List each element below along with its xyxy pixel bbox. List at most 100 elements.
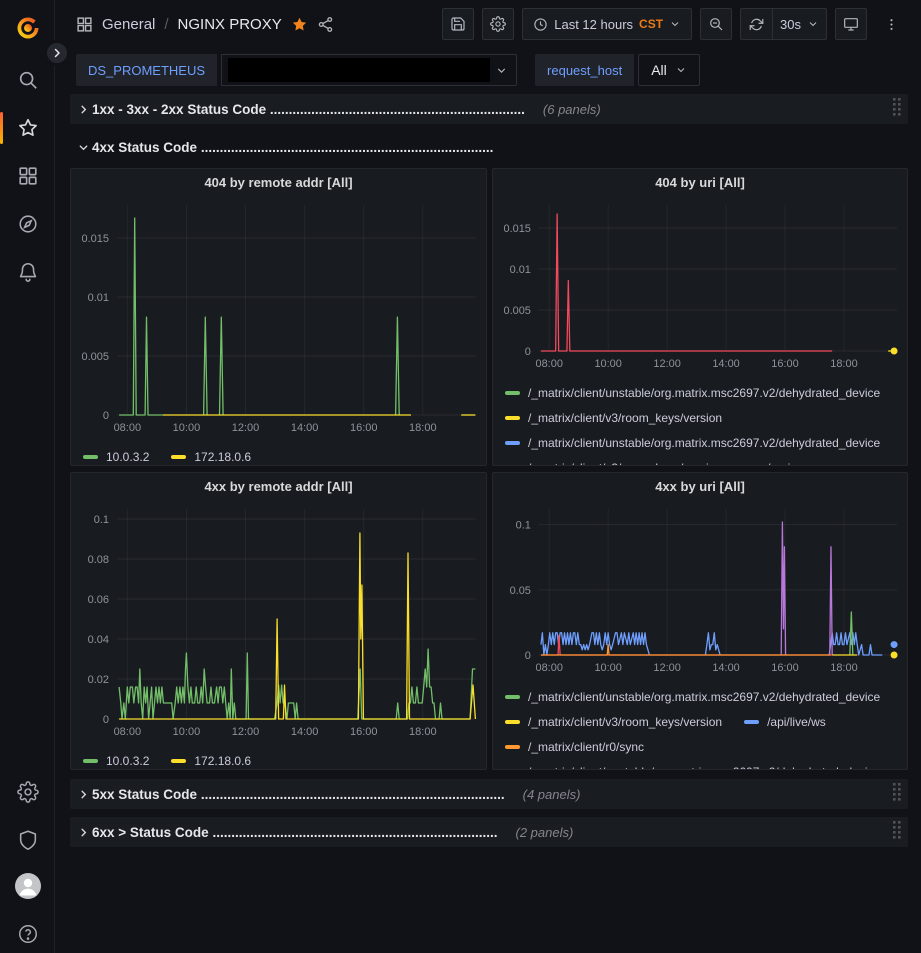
sidebar-item-profile[interactable]	[0, 866, 55, 906]
panel-legend: /_matrix/client/unstable/org.matrix.msc2…	[493, 378, 907, 465]
save-dashboard-button[interactable]	[442, 8, 474, 40]
dashboard-settings-button[interactable]	[482, 8, 514, 40]
zoom-out-time-button[interactable]	[700, 8, 732, 40]
panel-title[interactable]: 4xx by remote addr [All]	[71, 473, 486, 499]
svg-text:0.08: 0.08	[88, 554, 109, 566]
refresh-interval-dropdown[interactable]: 30s	[772, 8, 827, 40]
legend-row: /_matrix/client/v3/room_keys/version	[505, 405, 897, 430]
more-options-button[interactable]	[875, 8, 907, 40]
row-drag-handle[interactable]	[892, 820, 902, 844]
star-filled-icon[interactable]	[291, 16, 308, 33]
sidebar-item-starred[interactable]	[0, 108, 55, 148]
cycle-view-mode-button[interactable]	[835, 8, 867, 40]
svg-text:10:00: 10:00	[173, 726, 201, 738]
panel-title[interactable]: 404 by uri [All]	[493, 169, 907, 195]
sidebar-expand-button[interactable]	[44, 40, 70, 66]
breadcrumb: General / NGINX PROXY	[76, 16, 442, 33]
sidebar-item-alerting[interactable]	[0, 252, 55, 292]
legend-item[interactable]: /_matrix/client/unstable/org.matrix.msc2…	[505, 436, 880, 450]
time-series-chart[interactable]: 00.050.108:0010:0012:0014:0016:0018:00	[493, 499, 907, 682]
row-header-6xx[interactable]: 6xx > Status Code ......................…	[70, 817, 908, 847]
legend-row: 10.0.3.2 172.18.0.6	[83, 444, 476, 465]
svg-text:14:00: 14:00	[291, 726, 319, 738]
svg-text:0.02: 0.02	[88, 674, 109, 686]
row-header-1xx-3xx-2xx[interactable]: 1xx - 3xx - 2xx Status Code ............…	[70, 94, 908, 124]
legend-label: /_matrix/client/unstable/org.matrix.msc2…	[528, 690, 880, 704]
legend-item[interactable]: /_matrix/client/unstable/org.matrix.msc2…	[505, 765, 880, 770]
panel-404-by-remote-addr: 404 by remote addr [All] 00.0050.010.015…	[70, 168, 487, 466]
time-zone-label: CST	[639, 17, 663, 31]
time-range-picker[interactable]: Last 12 hours CST	[522, 8, 692, 40]
monitor-icon	[843, 16, 859, 32]
svg-text:16:00: 16:00	[350, 726, 378, 738]
breadcrumb-dashboard-title[interactable]: NGINX PROXY	[178, 16, 282, 33]
variable-label-request-host: request_host	[535, 54, 634, 86]
sidebar-item-search[interactable]	[0, 60, 55, 100]
chevron-right-icon	[51, 47, 63, 59]
svg-text:0.1: 0.1	[516, 520, 531, 532]
legend-item[interactable]: 172.18.0.6	[171, 754, 251, 768]
clock-icon	[533, 17, 548, 32]
grafana-logo[interactable]	[0, 8, 55, 48]
breadcrumb-folder[interactable]: General	[102, 16, 155, 33]
legend-item[interactable]: 10.0.3.2	[83, 450, 149, 464]
svg-text:18:00: 18:00	[830, 662, 857, 674]
legend-item[interactable]: /_matrix/client/unstable/org.matrix.msc2…	[505, 690, 880, 704]
legend-item[interactable]: 10.0.3.2	[83, 754, 149, 768]
legend-item[interactable]: /_matrix/client/r0/sync	[505, 740, 644, 754]
chevron-right-icon	[74, 104, 92, 115]
svg-text:0: 0	[525, 650, 531, 662]
chevron-down-icon	[495, 64, 508, 77]
variable-label-ds-prometheus: DS_PROMETHEUS	[76, 54, 217, 86]
legend-item[interactable]: /_matrix/client/v3/room_keys/version	[505, 461, 722, 466]
svg-text:12:00: 12:00	[653, 662, 680, 674]
dashboard-canvas: 1xx - 3xx - 2xx Status Code ............…	[55, 92, 921, 847]
time-series-chart[interactable]: 00.0050.010.01508:0010:0012:0014:0016:00…	[493, 195, 907, 378]
panel-4xx-by-uri: 4xx by uri [All] 00.050.108:0010:0012:00…	[492, 472, 908, 770]
svg-text:14:00: 14:00	[291, 422, 319, 434]
grafana-app: General / NGINX PROXY	[0, 0, 921, 953]
variable-datasource-select[interactable]	[221, 54, 517, 86]
legend-item[interactable]: 172.18.0.6	[171, 450, 251, 464]
panel-title[interactable]: 404 by remote addr [All]	[71, 169, 486, 195]
row-header-5xx[interactable]: 5xx Status Code ........................…	[70, 779, 908, 809]
svg-text:0.015: 0.015	[503, 223, 530, 235]
refresh-button[interactable]	[740, 8, 772, 40]
legend-item[interactable]: /_matrix/client/unstable/org.matrix.msc2…	[505, 386, 880, 400]
sidebar-item-configuration[interactable]	[0, 772, 55, 812]
gear-icon	[490, 16, 506, 32]
legend-label: /_matrix/client/v3/room_keys/version	[528, 461, 722, 466]
sidebar-item-explore[interactable]	[0, 204, 55, 244]
svg-text:10:00: 10:00	[173, 422, 201, 434]
gear-icon	[17, 781, 39, 803]
grafana-logo-icon	[14, 14, 42, 42]
time-series-chart[interactable]: 00.020.040.060.080.108:0010:0012:0014:00…	[71, 499, 486, 746]
redacted-value	[228, 58, 490, 82]
row-drag-handle[interactable]	[892, 97, 902, 121]
row-header-4xx[interactable]: 4xx Status Code ........................…	[70, 132, 908, 162]
panel-legend: /_matrix/client/unstable/org.matrix.msc2…	[493, 682, 907, 769]
panel-legend: 10.0.3.2 172.18.0.6	[71, 746, 486, 769]
panel-title[interactable]: 4xx by uri [All]	[493, 473, 907, 499]
share-icon[interactable]	[317, 16, 334, 33]
sidebar-item-help[interactable]	[0, 914, 55, 953]
svg-text:08:00: 08:00	[114, 726, 142, 738]
help-icon	[17, 923, 39, 945]
time-range-label: Last 12 hours	[554, 17, 633, 32]
legend-row: /_matrix/client/v3/room_keys/version/sw.…	[505, 455, 897, 465]
row-drag-handle[interactable]	[892, 782, 902, 806]
kebab-menu-icon	[884, 17, 899, 32]
svg-text:08:00: 08:00	[535, 358, 562, 370]
legend-item[interactable]: /api/live/ws	[744, 715, 826, 729]
variable-request-host-select[interactable]: All	[638, 54, 700, 86]
time-series-chart[interactable]: 00.0050.010.01508:0010:0012:0014:0016:00…	[71, 195, 486, 442]
legend-label: 10.0.3.2	[106, 754, 149, 768]
compass-icon	[17, 213, 39, 235]
legend-item[interactable]: /sw.js	[744, 461, 796, 466]
legend-item[interactable]: /_matrix/client/v3/room_keys/version	[505, 411, 722, 425]
sidebar-item-dashboards[interactable]	[0, 156, 55, 196]
breadcrumb-separator: /	[164, 16, 168, 33]
legend-swatch-icon	[744, 720, 759, 724]
sidebar-item-server-admin[interactable]	[0, 820, 55, 860]
legend-item[interactable]: /_matrix/client/v3/room_keys/version	[505, 715, 722, 729]
